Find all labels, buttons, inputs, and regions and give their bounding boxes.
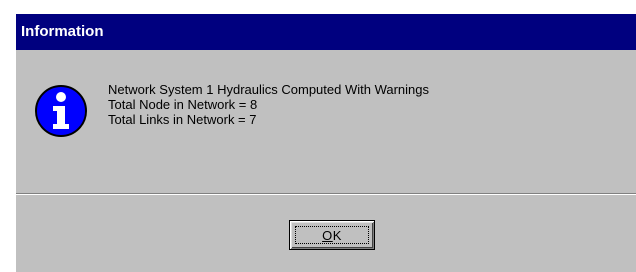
dialog-message: Network System 1 Hydraulics Computed Wit… (108, 82, 429, 127)
dialog-separator (16, 193, 636, 195)
information-dialog: Information Network System 1 Hydraulics … (14, 12, 636, 272)
information-icon (35, 85, 87, 137)
ok-button[interactable]: OK (289, 220, 375, 250)
dialog-content: Network System 1 Hydraulics Computed Wit… (16, 50, 636, 192)
message-line: Total Links in Network = 7 (108, 112, 257, 127)
ok-button-label: OK (322, 227, 342, 243)
dialog-titlebar[interactable]: Information (16, 14, 636, 50)
message-line: Total Node in Network = 8 (108, 97, 258, 112)
message-line: Network System 1 Hydraulics Computed Wit… (108, 82, 430, 97)
dialog-title: Information (21, 23, 104, 40)
